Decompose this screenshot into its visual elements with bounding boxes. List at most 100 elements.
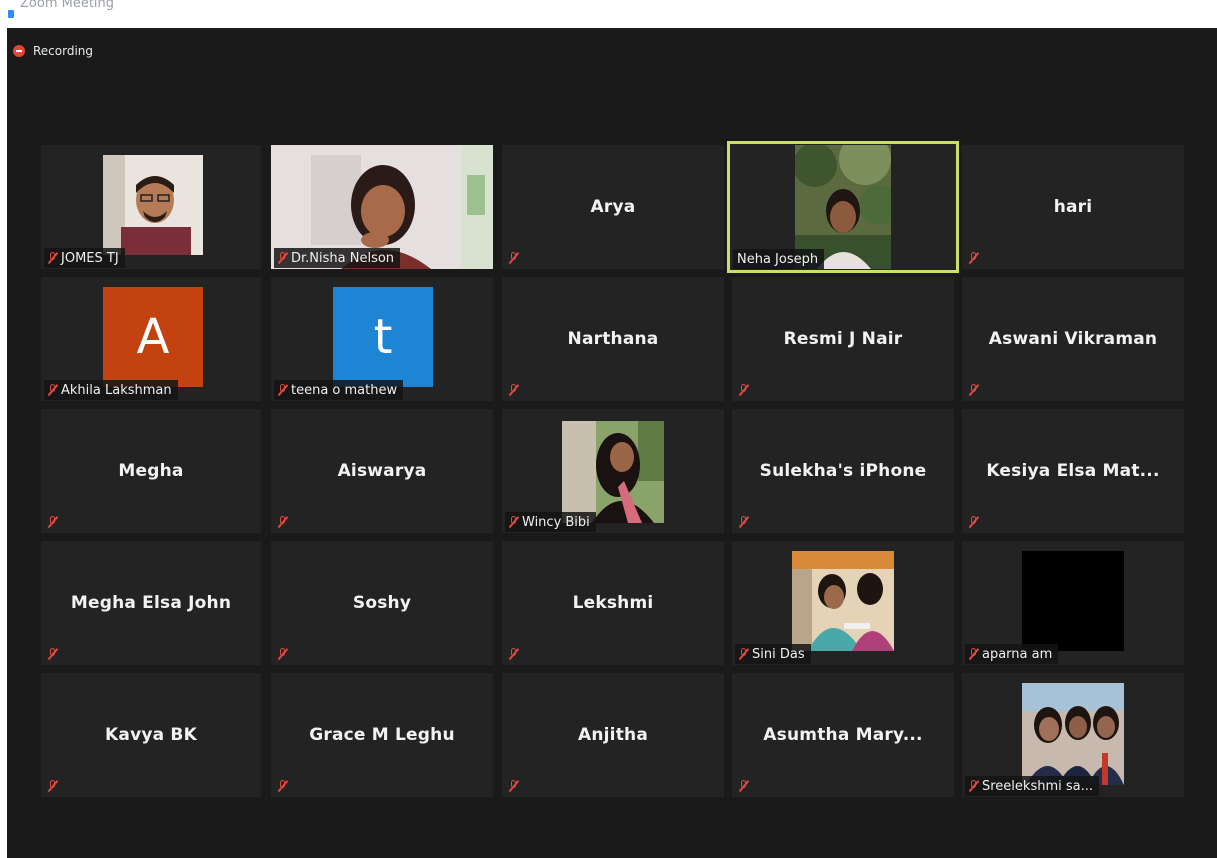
participant-tile[interactable]: Sini Das	[732, 541, 954, 665]
mic-muted-icon	[509, 780, 518, 792]
mic-muted-icon	[278, 516, 287, 528]
participant-name: Megha Elsa John	[70, 593, 232, 613]
participant-name: Asumtha Mary...	[763, 725, 923, 745]
participant-tile[interactable]: Sulekha's iPhone	[732, 409, 954, 533]
participant-name: Lekshmi	[572, 593, 654, 613]
participant-status	[735, 512, 754, 532]
participant-video	[1022, 683, 1124, 785]
participant-status	[44, 644, 63, 664]
participant-tile[interactable]: Narthana	[502, 277, 724, 401]
participant-tile[interactable]: Sreelekshmi sa...	[962, 673, 1184, 797]
meeting-stage: Recording JOMES TJ Dr.Nisha Nelson Arya …	[7, 28, 1217, 858]
participant-name: Arya	[590, 197, 636, 217]
participant-name: Kavya BK	[105, 725, 197, 745]
mic-muted-icon	[969, 648, 978, 660]
participant-tile[interactable]: Kesiya Elsa Mat...	[962, 409, 1184, 533]
participant-tile[interactable]: Dr.Nisha Nelson	[271, 145, 493, 269]
participant-tile[interactable]: t teena o mathew	[271, 277, 493, 401]
mic-muted-icon	[278, 648, 287, 660]
participant-status	[274, 776, 293, 796]
participant-name-label: Dr.Nisha Nelson	[274, 248, 401, 268]
participant-name: Akhila Lakshman	[61, 382, 172, 398]
participant-name: Megha	[118, 461, 184, 481]
participant-name: Resmi J Nair	[783, 329, 903, 349]
recording-label: Recording	[33, 44, 94, 58]
participant-status	[44, 776, 63, 796]
mic-muted-icon	[48, 516, 57, 528]
participant-tile[interactable]: hari	[962, 145, 1184, 269]
participant-name-label: JOMES TJ	[44, 248, 125, 268]
participant-tile[interactable]: Megha	[41, 409, 261, 533]
participant-name-label: Sini Das	[735, 644, 811, 664]
mic-muted-icon	[739, 384, 748, 396]
mic-muted-icon	[739, 780, 748, 792]
window-titlebar: Zoom Meeting	[0, 0, 1217, 28]
participant-name: Sulekha's iPhone	[759, 461, 927, 481]
participant-tile[interactable]: Aiswarya	[271, 409, 493, 533]
participant-status	[735, 380, 754, 400]
participant-name-label: Sreelekshmi sa...	[965, 776, 1100, 796]
avatar: t	[333, 287, 433, 387]
avatar: A	[103, 287, 203, 387]
mic-muted-icon	[278, 384, 287, 396]
participant-name: aparna am	[982, 646, 1053, 662]
participant-video	[103, 155, 203, 255]
participant-status	[965, 512, 984, 532]
mic-muted-icon	[48, 384, 57, 396]
participant-tile[interactable]: Kavya BK	[41, 673, 261, 797]
participant-name-label: Wincy Bibi	[505, 512, 596, 532]
mic-muted-icon	[739, 648, 748, 660]
participant-name-label: Neha Joseph	[733, 249, 825, 269]
participant-tile[interactable]: A Akhila Lakshman	[41, 277, 261, 401]
participant-tile[interactable]: Asumtha Mary...	[732, 673, 954, 797]
participant-tile[interactable]: Megha Elsa John	[41, 541, 261, 665]
participant-name: Soshy	[352, 593, 412, 613]
participant-tile[interactable]: Resmi J Nair	[732, 277, 954, 401]
participant-status	[505, 644, 524, 664]
mic-muted-icon	[509, 252, 518, 264]
participant-tile[interactable]: Soshy	[271, 541, 493, 665]
participant-tile[interactable]: Grace M Leghu	[271, 673, 493, 797]
participant-name-label: Akhila Lakshman	[44, 380, 178, 400]
participant-name: Aswani Vikraman	[988, 329, 1158, 349]
participant-status	[505, 776, 524, 796]
mic-muted-icon	[509, 648, 518, 660]
mic-muted-icon	[48, 780, 57, 792]
participant-name: teena o mathew	[291, 382, 398, 398]
mic-muted-icon	[969, 384, 978, 396]
participant-name: Aiswarya	[337, 461, 427, 481]
participant-name: hari	[1053, 197, 1093, 217]
participant-tile[interactable]: Lekshmi	[502, 541, 724, 665]
mic-muted-icon	[969, 516, 978, 528]
window-title: Zoom Meeting	[20, 0, 115, 11]
participant-name: Sreelekshmi sa...	[982, 778, 1094, 794]
participant-tile[interactable]: Aswani Vikraman	[962, 277, 1184, 401]
mic-muted-icon	[278, 780, 287, 792]
participant-video	[1022, 551, 1124, 651]
participant-name-label: teena o mathew	[274, 380, 404, 400]
participant-name: Kesiya Elsa Mat...	[986, 461, 1160, 481]
participant-name: JOMES TJ	[61, 250, 119, 266]
participant-tile[interactable]: Wincy Bibi	[502, 409, 724, 533]
participant-tile[interactable]: aparna am	[962, 541, 1184, 665]
participant-name: Neha Joseph	[737, 251, 819, 267]
mic-muted-icon	[48, 648, 57, 660]
participant-status	[505, 380, 524, 400]
participant-status	[965, 248, 984, 268]
mic-muted-icon	[739, 516, 748, 528]
participant-tile[interactable]: Arya	[502, 145, 724, 269]
recording-indicator[interactable]: Recording	[13, 44, 93, 58]
mic-muted-icon	[509, 384, 518, 396]
participant-status	[274, 512, 293, 532]
participant-tile[interactable]: Anjitha	[502, 673, 724, 797]
participant-status	[44, 512, 63, 532]
mic-muted-icon	[509, 516, 518, 528]
participant-status	[735, 776, 754, 796]
participant-name: Wincy Bibi	[522, 514, 590, 530]
participant-name: Grace M Leghu	[309, 725, 455, 745]
participant-tile-active-speaker[interactable]: Neha Joseph	[727, 141, 959, 273]
participant-name: Sini Das	[752, 646, 805, 662]
participant-status	[965, 380, 984, 400]
participant-tile[interactable]: JOMES TJ	[41, 145, 261, 269]
participant-name: Anjitha	[577, 725, 648, 745]
